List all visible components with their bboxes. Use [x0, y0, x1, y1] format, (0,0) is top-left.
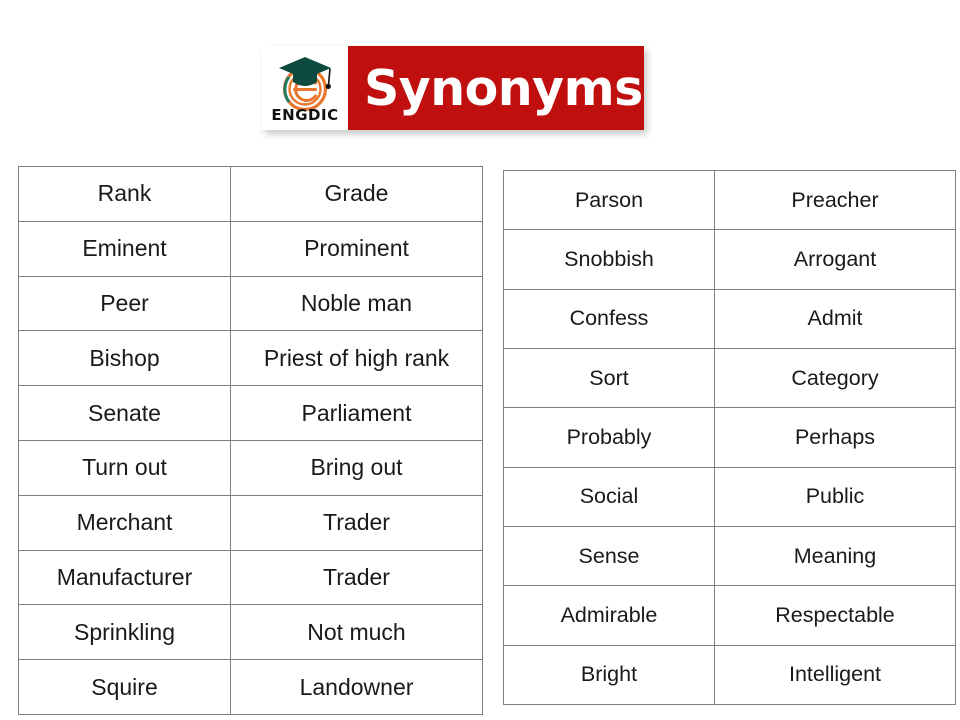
synonym-cell: Perhaps [714, 407, 956, 468]
table-row: Rank Grade [18, 166, 483, 222]
term-cell: Snobbish [503, 229, 715, 290]
term-cell: Bright [503, 644, 715, 706]
term-cell: Turn out [18, 439, 231, 496]
table-row: Sort Category [503, 347, 956, 409]
term-cell: Admirable [503, 585, 715, 646]
table-row: Eminent Prominent [18, 220, 483, 277]
synonym-cell: Intelligent [714, 644, 956, 706]
table-row: Merchant Trader [18, 494, 483, 551]
table-row: Confess Admit [503, 288, 956, 349]
synonym-cell: Arrogant [714, 229, 956, 290]
engdic-logo-icon: ENGDIC [267, 51, 343, 125]
table-row: Squire Landowner [18, 659, 483, 715]
synonym-cell: Public [714, 466, 956, 527]
table-row: Parson Preacher [503, 169, 956, 231]
synonym-cell: Parliament [230, 385, 483, 441]
table-right-body: Parson Preacher Snobbish Arrogant Confess Adm… [503, 169, 956, 706]
table-row: Snobbish Arrogant [503, 229, 956, 290]
table-row: Admirable Respectable [503, 585, 956, 646]
term-cell: Senate [18, 385, 231, 441]
table-row: Turn out Bring out [18, 439, 483, 496]
term-cell: Peer [18, 275, 231, 332]
synonym-cell: Bring out [230, 439, 483, 496]
synonym-cell: Respectable [714, 585, 956, 646]
synonym-cell: Not much [230, 604, 483, 661]
synonym-cell: Admit [714, 288, 956, 349]
table-row: Sense Meaning [503, 525, 956, 587]
logo-wordmark: ENGDIC [271, 106, 339, 124]
title-block: Synonyms [348, 46, 644, 130]
term-cell: Confess [503, 288, 715, 349]
table-row: Manufacturer Trader [18, 549, 483, 606]
term-cell: Manufacturer [18, 549, 231, 606]
term-cell: Social [503, 466, 715, 527]
table-row: Peer Noble man [18, 275, 483, 332]
term-cell: Sense [503, 525, 715, 587]
synonym-cell: Category [714, 347, 956, 409]
term-cell: Parson [503, 169, 715, 231]
term-cell: Squire [18, 659, 231, 715]
term-cell: Bishop [18, 330, 231, 387]
table-row: Senate Parliament [18, 385, 483, 441]
term-cell: Rank [18, 166, 231, 222]
synonym-cell: Landowner [230, 659, 483, 715]
synonym-cell: Noble man [230, 275, 483, 332]
synonym-cell: Grade [230, 166, 483, 222]
synonym-cell: Trader [230, 549, 483, 606]
table-row: Bishop Priest of high rank [18, 330, 483, 387]
synonym-cell: Trader [230, 494, 483, 551]
term-cell: Merchant [18, 494, 231, 551]
term-cell: Sprinkling [18, 604, 231, 661]
table-row: Bright Intelligent [503, 644, 956, 706]
term-cell: Sort [503, 347, 715, 409]
synonym-cell: Preacher [714, 169, 956, 231]
term-cell: Probably [503, 407, 715, 468]
synonyms-table-left: Rank Grade Eminent Prominent Peer Noble man Bi… [18, 166, 483, 715]
term-cell: Eminent [18, 220, 231, 277]
header-banner: ENGDIC Synonyms [262, 46, 644, 130]
logo-card: ENGDIC [262, 46, 348, 130]
synonym-cell: Priest of high rank [230, 330, 483, 387]
table-row: Social Public [503, 466, 956, 527]
table-row: Sprinkling Not much [18, 604, 483, 661]
table-row: Probably Perhaps [503, 407, 956, 468]
synonym-cell: Meaning [714, 525, 956, 587]
synonyms-table-right: Parson Preacher Snobbish Arrogant Confess Adm… [503, 169, 956, 706]
page-title: Synonyms [364, 59, 643, 117]
table-left-body: Rank Grade Eminent Prominent Peer Noble man Bi… [18, 166, 483, 715]
synonym-cell: Prominent [230, 220, 483, 277]
